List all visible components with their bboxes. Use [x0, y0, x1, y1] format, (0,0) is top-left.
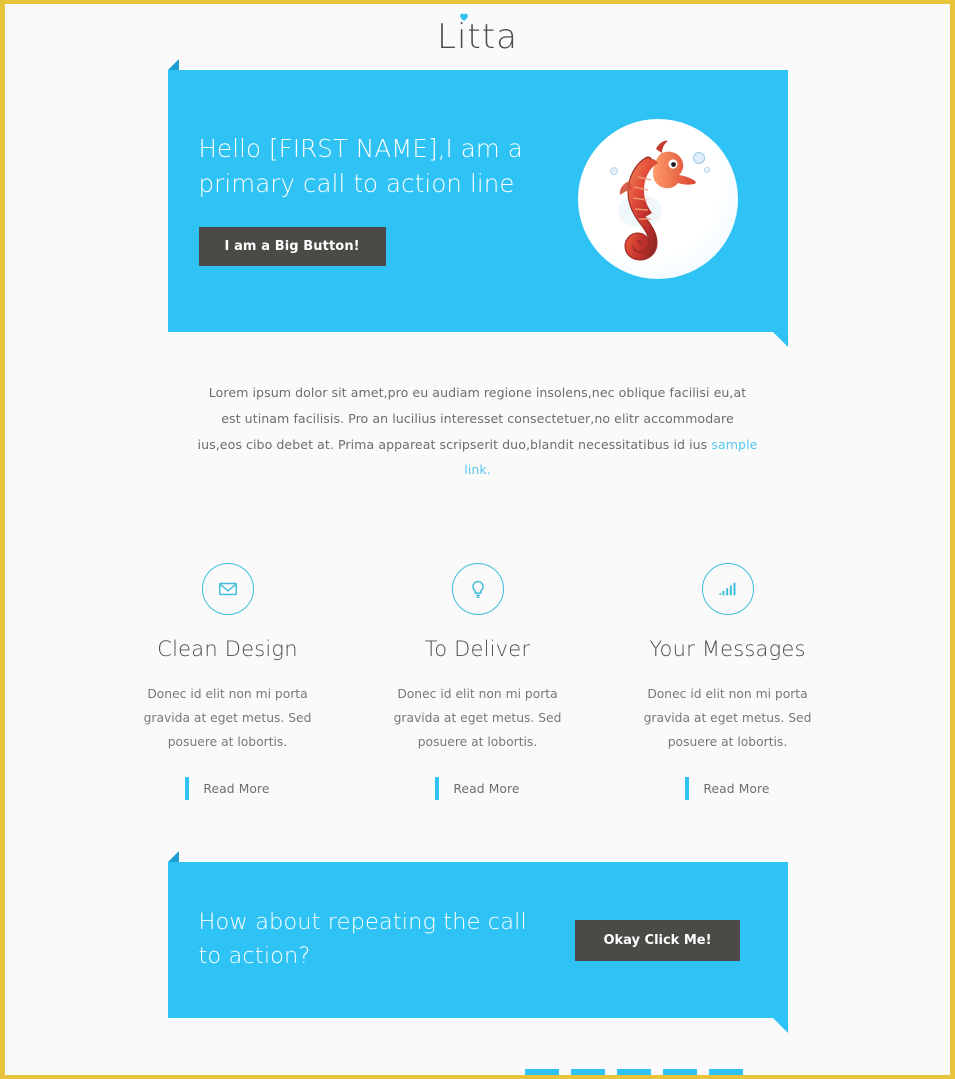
- social-link-youtube[interactable]: [571, 1069, 605, 1075]
- feature-to-deliver: To Deliver Donec id elit non mi porta gr…: [378, 563, 578, 801]
- signal-bars-icon: [701, 563, 754, 616]
- email-header: Litta: [5, 4, 950, 66]
- feature-clean-design: Clean Design Donec id elit non mi porta …: [128, 563, 328, 801]
- heart-icon: [460, 13, 468, 21]
- feature-title: Your Messages: [649, 637, 806, 662]
- secondary-cta-section: How about repeating the call to action? …: [167, 851, 788, 1034]
- read-more-bar: [685, 777, 690, 801]
- hero-headline: Hello [FIRST NAME],I am a primary call t…: [198, 134, 523, 198]
- banner-tail-bottom-right: [772, 332, 788, 347]
- hero-section: Hello [FIRST NAME],I am a primary call t…: [167, 59, 788, 347]
- social-link-twitter[interactable]: [617, 1069, 651, 1075]
- hero-image-area: [528, 119, 788, 283]
- read-more-bar: [435, 777, 440, 801]
- social-link-instagram[interactable]: [663, 1069, 697, 1075]
- hero-banner: Hello [FIRST NAME],I am a primary call t…: [167, 70, 788, 347]
- intro-line-3: Prima appareat scripserit duo,blandit ne…: [337, 436, 712, 452]
- feature-body: Donec id elit non mi porta gravida at eg…: [643, 687, 812, 750]
- read-more-link[interactable]: Read More: [203, 782, 269, 796]
- cta-headline: How about repeating the call to action?: [198, 909, 527, 970]
- read-more-group[interactable]: Read More: [628, 777, 828, 801]
- feature-title: Clean Design: [157, 637, 298, 662]
- secondary-cta-banner: How about repeating the call to action? …: [167, 862, 788, 1034]
- read-more-bar: [185, 777, 190, 801]
- email-footer: Copyright ©Litta,Inc.: [5, 1060, 950, 1075]
- email-template-page: Litta Hello [FIRST NAME],I am a primary …: [5, 4, 950, 1075]
- read-more-link[interactable]: Read More: [703, 782, 769, 796]
- brand-logo[interactable]: Litta: [437, 13, 518, 57]
- social-link-linkedin[interactable]: [709, 1069, 743, 1075]
- banner-tail-bottom-right: [772, 1018, 788, 1034]
- banner-notch-top-left: [167, 59, 179, 70]
- hero-content: Hello [FIRST NAME],I am a primary call t…: [168, 132, 528, 270]
- feature-your-messages: Your Messages Donec id elit non mi porta…: [628, 563, 828, 801]
- feature-body: Donec id elit non mi porta gravida at eg…: [143, 687, 312, 750]
- hero-cta-button[interactable]: I am a Big Button!: [198, 226, 386, 266]
- lightbulb-icon: [451, 563, 504, 616]
- brand-name: Litta: [437, 17, 518, 57]
- cta-button-area: Okay Click Me!: [528, 919, 788, 961]
- feature-body: Donec id elit non mi porta gravida at eg…: [393, 687, 562, 750]
- social-link-facebook[interactable]: [525, 1069, 559, 1075]
- seahorse-image: [577, 119, 738, 279]
- seahorse-icon: [609, 140, 710, 261]
- read-more-group[interactable]: Read More: [378, 777, 578, 801]
- read-more-link[interactable]: Read More: [453, 782, 519, 796]
- read-more-group[interactable]: Read More: [128, 777, 328, 801]
- feature-title: To Deliver: [424, 637, 531, 662]
- banner-notch-top-left: [167, 851, 179, 863]
- intro-paragraph: Lorem ipsum dolor sit amet,pro eu audiam…: [198, 380, 758, 483]
- envelope-icon: [201, 563, 254, 616]
- social-links: [525, 1069, 743, 1075]
- cta-button[interactable]: Okay Click Me!: [575, 919, 740, 961]
- features-section: Clean Design Donec id elit non mi porta …: [128, 563, 828, 801]
